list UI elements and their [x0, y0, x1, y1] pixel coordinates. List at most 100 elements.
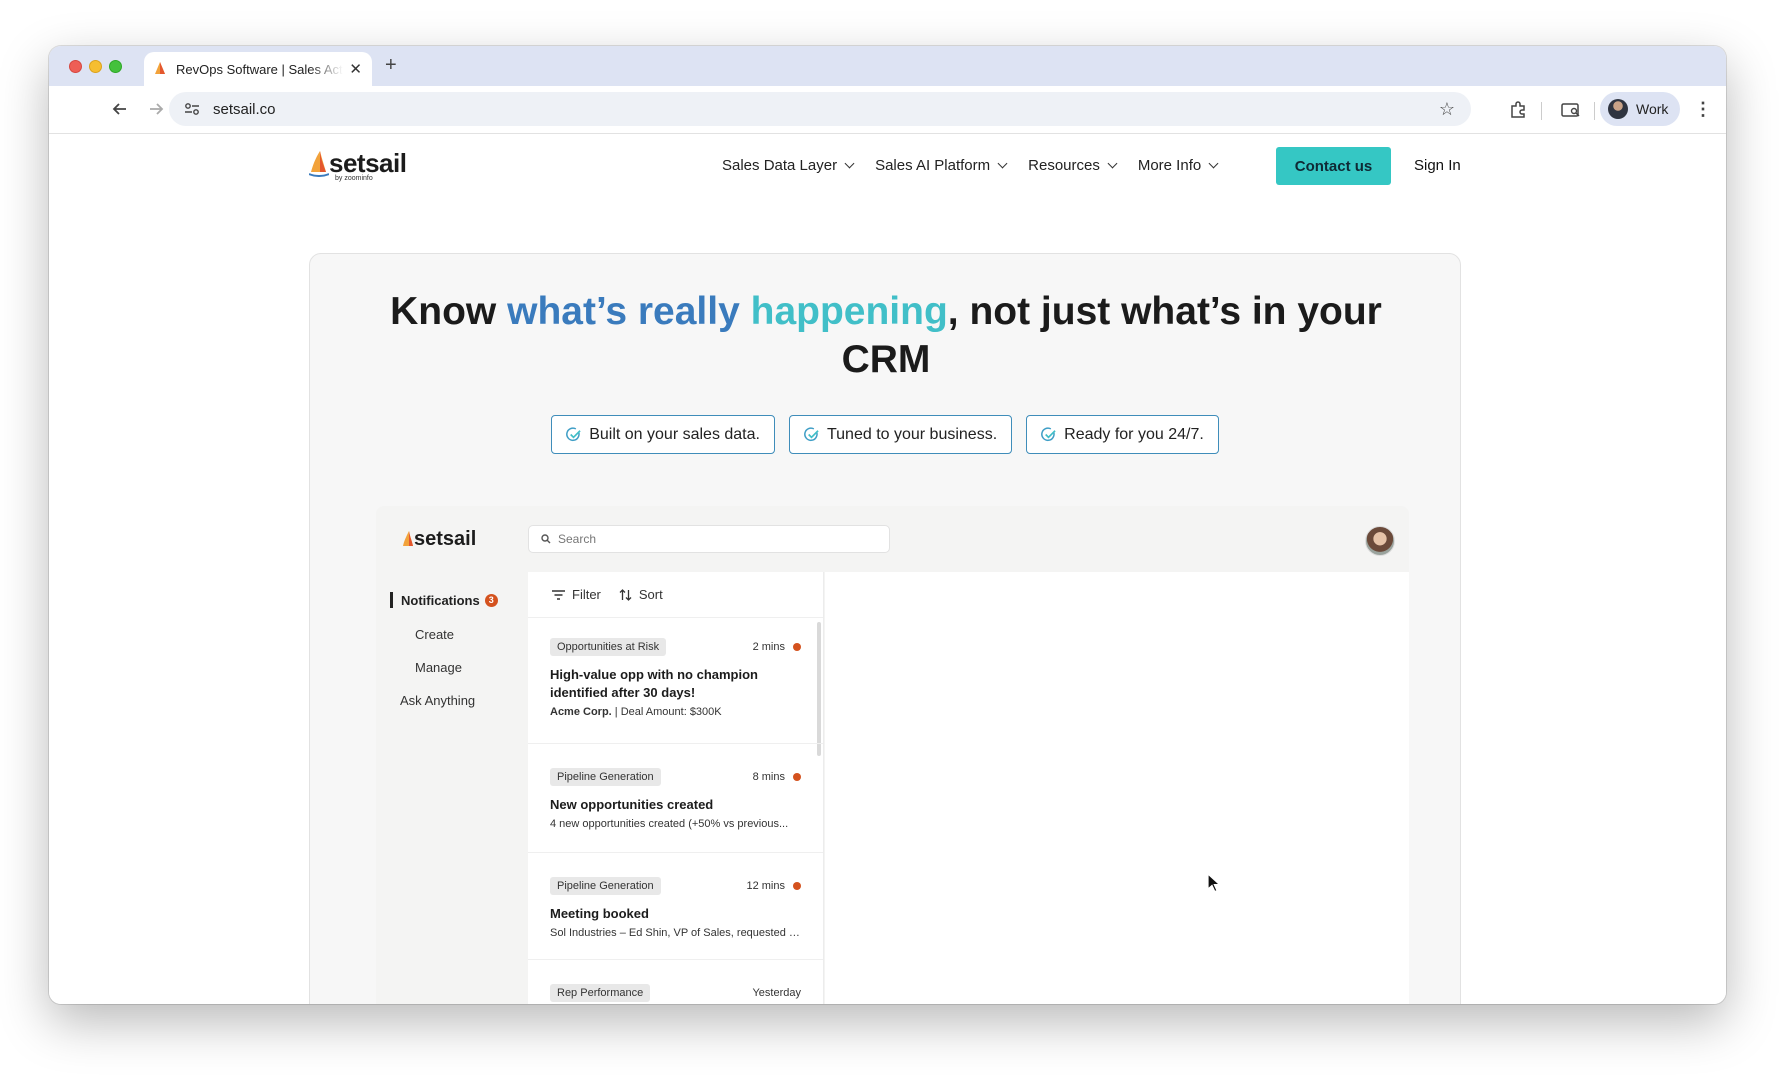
sidebar-item-ask-anything[interactable]: Ask Anything [390, 684, 510, 717]
notification-card[interactable]: Pipeline Generation 8 mins New opportuni… [528, 744, 823, 853]
nav-label: Resources [1028, 157, 1100, 174]
toolbar-divider [1541, 102, 1542, 120]
tab-search-icon[interactable] [1560, 99, 1582, 121]
back-icon[interactable] [109, 98, 131, 120]
sort-label: Sort [638, 587, 663, 602]
notification-detail-pane [825, 572, 1409, 1004]
notification-title: New opportunities created [550, 797, 714, 812]
extensions-icon[interactable] [1507, 99, 1529, 121]
maximize-window-button[interactable] [109, 60, 122, 73]
sidebar-item-manage[interactable]: Manage [390, 651, 510, 684]
search-placeholder: Search [558, 532, 597, 546]
minimize-window-button[interactable] [89, 60, 102, 73]
product-mockup: setsail Search Notifications 3 Create Ma… [376, 506, 1409, 1004]
web-page: setsail by zoominfo Sales Data Layer Sal… [49, 135, 1726, 1004]
notification-time: 2 mins [753, 641, 801, 653]
notification-card[interactable]: Rep Performance Yesterday [528, 960, 823, 1004]
check-circle-icon [804, 427, 819, 442]
sidebar-item-notifications[interactable]: Notifications 3 [390, 592, 510, 608]
nav-label: More Info [1137, 157, 1202, 174]
browser-toolbar: setsail.co ☆ Work ⋮ [49, 86, 1726, 134]
chevron-down-icon [1208, 158, 1219, 169]
hero-headline: Know what’s really happening, not just w… [370, 288, 1402, 384]
nav-resources[interactable]: Resources [1028, 157, 1118, 174]
browser-tab[interactable]: RevOps Software | Sales Activity ✕ [144, 52, 372, 86]
url-text: setsail.co [213, 100, 276, 118]
category-tag: Pipeline Generation [550, 877, 661, 895]
sort-button[interactable]: Sort [619, 587, 663, 602]
value-prop-label: Built on your sales data. [589, 425, 760, 443]
chevron-down-icon [1107, 158, 1118, 169]
headline-highlight-teal: happening [750, 290, 948, 333]
tab-strip: RevOps Software | Sales Activity ✕ + [49, 46, 1726, 86]
notifications-list: Filter Sort Opportunities at Risk 2 mins [528, 572, 824, 1004]
value-prop-label: Tuned to your business. [826, 425, 998, 443]
nav-label: Sales AI Platform [875, 157, 991, 174]
close-window-button[interactable] [69, 60, 82, 73]
notification-title: Meeting booked [550, 906, 649, 921]
notification-time: 12 mins [746, 880, 801, 892]
value-prop-pill: Ready for you 24/7. [1026, 415, 1219, 454]
notification-card[interactable]: Opportunities at Risk 2 mins High-value … [528, 618, 823, 744]
notification-card[interactable]: Pipeline Generation 12 mins Meeting book… [528, 853, 823, 960]
main-navigation: Sales Data Layer Sales AI Platform Resou… [722, 157, 1219, 174]
logo-wordmark: setsail [329, 148, 407, 178]
profile-name: Work [1636, 101, 1669, 117]
sidebar-item-create[interactable]: Create [390, 618, 510, 651]
sort-icon [619, 588, 632, 601]
sidebar-item-label: Notifications [401, 592, 480, 608]
setsail-favicon-icon [154, 62, 166, 76]
new-tab-button[interactable]: + [385, 54, 397, 77]
notification-subtitle: 4 new opportunities created (+50% vs pre… [550, 818, 789, 830]
headline-highlight-blue: what’s really [507, 290, 751, 333]
check-circle-icon [566, 427, 581, 442]
unread-dot [793, 643, 801, 651]
sail-logo-icon [403, 530, 413, 546]
hero-section: Know what’s really happening, not just w… [309, 253, 1461, 1004]
unread-dot [793, 882, 801, 890]
nav-sales-data-layer[interactable]: Sales Data Layer [722, 157, 855, 174]
nav-label: Sales Data Layer [722, 157, 838, 174]
check-circle-icon [1041, 427, 1056, 442]
list-toolbar: Filter Sort [528, 572, 823, 618]
browser-menu-icon[interactable]: ⋮ [1694, 99, 1712, 120]
notification-time: 8 mins [753, 771, 801, 783]
sign-in-link[interactable]: Sign In [1414, 157, 1461, 174]
sail-logo-icon [309, 151, 329, 177]
chevron-down-icon [997, 158, 1008, 169]
notification-subtitle: Sol Industries – Ed Shin, VP of Sales, r… [550, 927, 801, 939]
value-prop-pill: Tuned to your business. [788, 415, 1013, 454]
nav-sales-ai-platform[interactable]: Sales AI Platform [875, 157, 1008, 174]
unread-dot [793, 773, 801, 781]
filter-label: Filter [572, 587, 601, 602]
notification-title: High-value opp with no champion identifi… [550, 667, 758, 700]
notification-count-badge: 3 [484, 593, 498, 607]
contact-us-button[interactable]: Contact us [1276, 147, 1391, 185]
nav-more-info[interactable]: More Info [1137, 157, 1219, 174]
forward-icon[interactable] [145, 98, 167, 120]
tab-title: RevOps Software | Sales Activity [176, 61, 344, 77]
value-prop-label: Ready for you 24/7. [1064, 425, 1204, 443]
account-name: Acme Corp. [550, 706, 612, 718]
tab-close-icon[interactable]: ✕ [349, 60, 362, 78]
time-label: 2 mins [752, 641, 785, 653]
app-logo: setsail [402, 528, 476, 551]
setsail-logo[interactable]: setsail by zoominfo [309, 148, 407, 182]
app-logo-wordmark: setsail [414, 528, 477, 550]
site-settings-icon[interactable] [179, 98, 205, 120]
filter-button[interactable]: Filter [552, 587, 601, 602]
notification-subtitle: Acme Corp. | Deal Amount: $300K [550, 706, 801, 718]
address-bar[interactable]: setsail.co ☆ [169, 92, 1471, 126]
headline-part: Know [390, 290, 508, 333]
search-icon [541, 534, 551, 544]
toolbar-divider [1594, 102, 1595, 120]
filter-icon [552, 589, 565, 600]
bookmark-star-icon[interactable]: ☆ [1439, 99, 1455, 120]
user-avatar[interactable] [1365, 526, 1395, 556]
logo-byline: by zoominfo [335, 175, 373, 182]
mouse-cursor-icon [1207, 873, 1221, 893]
notification-detail: | Deal Amount: $300K [611, 706, 722, 718]
value-prop-pill: Built on your sales data. [551, 415, 775, 454]
app-search-input[interactable]: Search [528, 525, 890, 553]
profile-button[interactable]: Work [1600, 92, 1680, 126]
